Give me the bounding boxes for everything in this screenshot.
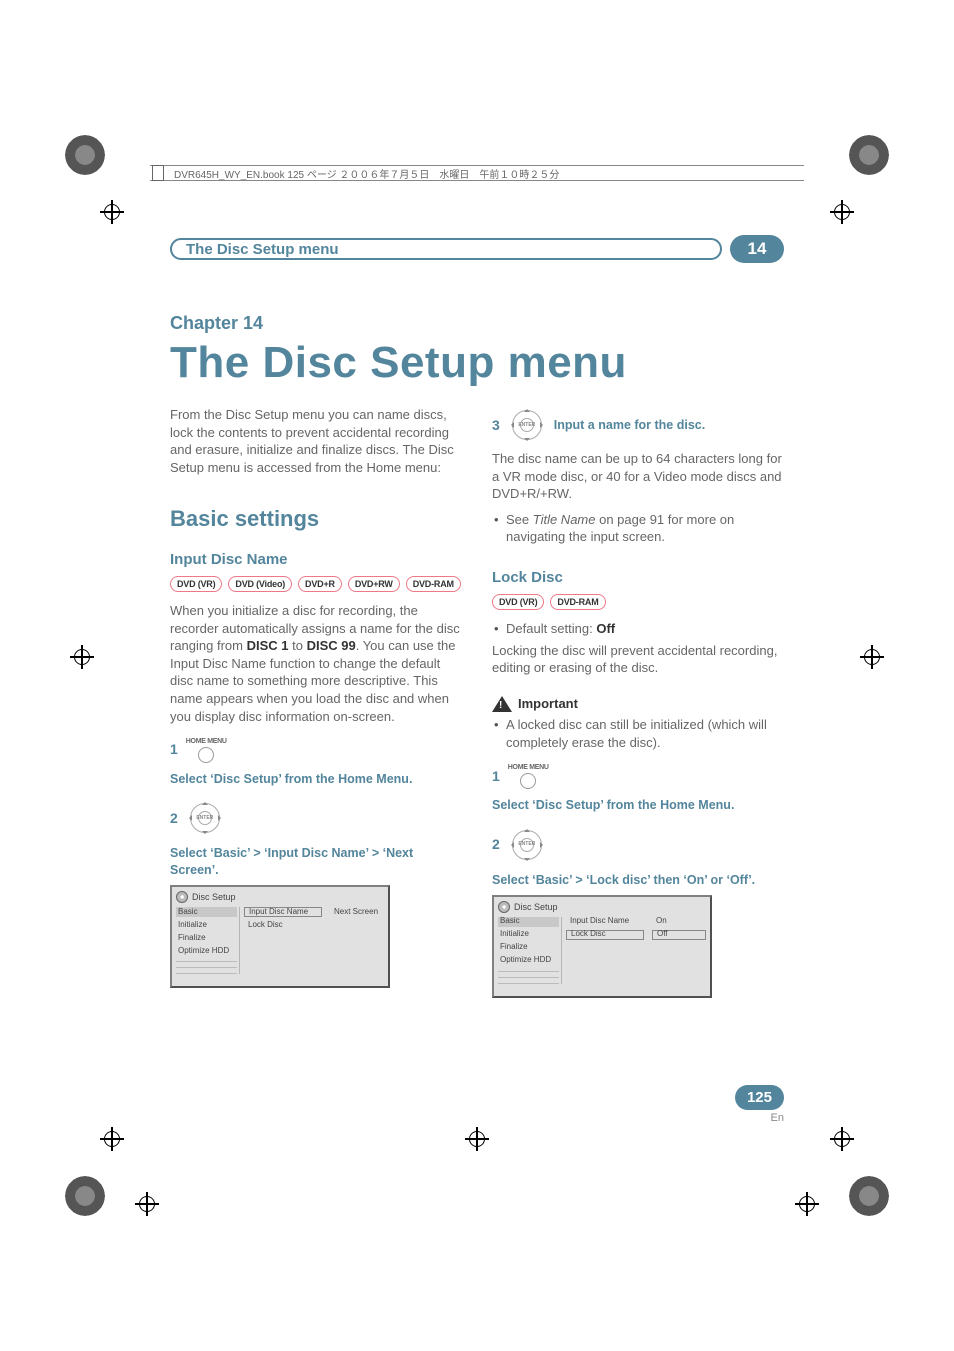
format-badges-row: DVD (VR) DVD-RAM: [492, 594, 784, 610]
ui-option: Lock Disc: [566, 930, 644, 940]
ui-option: Input Disc Name: [244, 907, 322, 917]
format-badge: DVD+R: [298, 576, 342, 592]
disc-icon: [176, 891, 188, 903]
ui-nav-item: Basic: [498, 917, 559, 927]
ui-option: Lock Disc: [244, 920, 322, 930]
disc-setup-ui-screenshot-2: Disc Setup Basic Initialize Finalize Opt…: [492, 895, 712, 998]
enter-nav-button-icon: ENTER: [508, 826, 546, 864]
crosshair-icon: [100, 1127, 124, 1151]
subsection-lock-disc: Lock Disc: [492, 568, 784, 588]
subsection-input-disc-name: Input Disc Name: [170, 550, 462, 570]
step-number: 1: [492, 767, 500, 786]
step-2: 2 ENTER Select ‘Basic’ > ‘Input Disc Nam…: [170, 799, 462, 879]
crosshair-icon: [465, 1127, 489, 1151]
ui-title: Disc Setup: [514, 901, 558, 913]
section-basic-settings: Basic settings: [170, 504, 462, 534]
format-badge: DVD-RAM: [550, 594, 605, 610]
input-disc-description: When you initialize a disc for recording…: [170, 602, 462, 725]
lock-step-2: 2 ENTER Select ‘Basic’ > ‘Lock disc’ the…: [492, 826, 784, 889]
page-footer: 125 En: [735, 1085, 784, 1124]
running-header-title: The Disc Setup menu: [186, 241, 339, 258]
enter-nav-button-icon: ENTER: [508, 406, 546, 444]
running-header: The Disc Setup menu 14: [170, 235, 784, 263]
ui-nav-item: Finalize: [498, 943, 559, 953]
format-badge: DVD (VR): [492, 594, 544, 610]
ui-value: On: [652, 917, 706, 927]
ui-nav-item: Basic: [176, 907, 237, 917]
left-column: From the Disc Setup menu you can name di…: [170, 406, 462, 998]
language-code: En: [735, 1112, 784, 1124]
page-icon: [150, 165, 166, 181]
home-menu-button-icon: [198, 747, 214, 763]
ui-value: Off: [652, 930, 706, 940]
right-column: 3 ENTER Input a name for the disc. The d…: [492, 406, 784, 998]
step-text: Select ‘Basic’ > ‘Input Disc Name’ > ‘Ne…: [170, 845, 462, 879]
home-menu-button-icon: [520, 773, 536, 789]
ui-nav-item: Initialize: [498, 930, 559, 940]
crosshair-icon: [70, 645, 94, 669]
important-bullet: A locked disc can still be initialized (…: [492, 716, 784, 751]
format-badges-row: DVD (VR) DVD (Video) DVD+R DVD+RW DVD-RA…: [170, 576, 462, 592]
step-3: 3 ENTER Input a name for the disc.: [492, 406, 784, 444]
registration-mark-icon: [65, 1176, 105, 1216]
ui-nav-item: Optimize HDD: [498, 956, 559, 966]
warning-icon: [492, 696, 512, 712]
crosshair-icon: [135, 1192, 159, 1216]
crosshair-icon: [830, 1127, 854, 1151]
step-text: Input a name for the disc.: [554, 417, 705, 434]
ui-nav-item: Initialize: [176, 920, 237, 930]
home-menu-label: HOME MENU: [186, 737, 227, 746]
step-text: Select ‘Basic’ > ‘Lock disc’ then ‘On’ o…: [492, 872, 755, 889]
registration-mark-icon: [849, 135, 889, 175]
chapter-title: The Disc Setup menu: [170, 338, 784, 388]
default-setting: Default setting: Off: [492, 620, 784, 638]
ui-title: Disc Setup: [192, 891, 236, 903]
important-label: Important: [518, 695, 578, 713]
step-number: 3: [492, 416, 500, 435]
disc-icon: [498, 901, 510, 913]
see-also-bullet: See Title Name on page 91 for more on na…: [492, 511, 784, 546]
ui-option: Input Disc Name: [566, 917, 644, 927]
chapter-number: 14: [748, 239, 767, 259]
lock-disc-body: Locking the disc will prevent accidental…: [492, 642, 784, 677]
step-number: 1: [170, 740, 178, 759]
crosshair-icon: [830, 200, 854, 224]
registration-mark-icon: [65, 135, 105, 175]
important-callout: Important: [492, 695, 784, 713]
enter-nav-button-icon: ENTER: [186, 799, 224, 837]
running-header-bar: The Disc Setup menu: [170, 238, 722, 260]
file-header-text: DVR645H_WY_EN.book 125 ページ ２００６年７月５日 水曜日…: [174, 166, 559, 181]
step-1: 1 HOME MENU Select ‘Disc Setup’ from the…: [170, 737, 462, 787]
prepress-file-header: DVR645H_WY_EN.book 125 ページ ２００６年７月５日 水曜日…: [150, 165, 804, 181]
registration-mark-icon: [849, 1176, 889, 1216]
step-3-body: The disc name can be up to 64 characters…: [492, 450, 784, 503]
chapter-number-pill: 14: [730, 235, 784, 263]
page-number: 125: [735, 1085, 784, 1110]
chapter-label: Chapter 14: [170, 313, 784, 334]
format-badge: DVD (Video): [228, 576, 292, 592]
crosshair-icon: [100, 200, 124, 224]
disc-setup-ui-screenshot-1: Disc Setup Basic Initialize Finalize Opt…: [170, 885, 390, 988]
ui-value: Next Screen: [330, 907, 384, 917]
step-number: 2: [170, 809, 178, 828]
crosshair-icon: [860, 645, 884, 669]
page-content: The Disc Setup menu 14 Chapter 14 The Di…: [170, 235, 784, 1116]
format-badge: DVD (VR): [170, 576, 222, 592]
ui-nav-item: Finalize: [176, 933, 237, 943]
ui-nav-item: Optimize HDD: [176, 946, 237, 956]
crosshair-icon: [795, 1192, 819, 1216]
format-badge: DVD+RW: [348, 576, 400, 592]
step-text: Select ‘Disc Setup’ from the Home Menu.: [170, 771, 412, 788]
lock-step-1: 1 HOME MENU Select ‘Disc Setup’ from the…: [492, 763, 784, 813]
step-number: 2: [492, 835, 500, 854]
intro-paragraph: From the Disc Setup menu you can name di…: [170, 406, 462, 476]
home-menu-label: HOME MENU: [508, 763, 549, 772]
format-badge: DVD-RAM: [406, 576, 461, 592]
step-text: Select ‘Disc Setup’ from the Home Menu.: [492, 797, 734, 814]
